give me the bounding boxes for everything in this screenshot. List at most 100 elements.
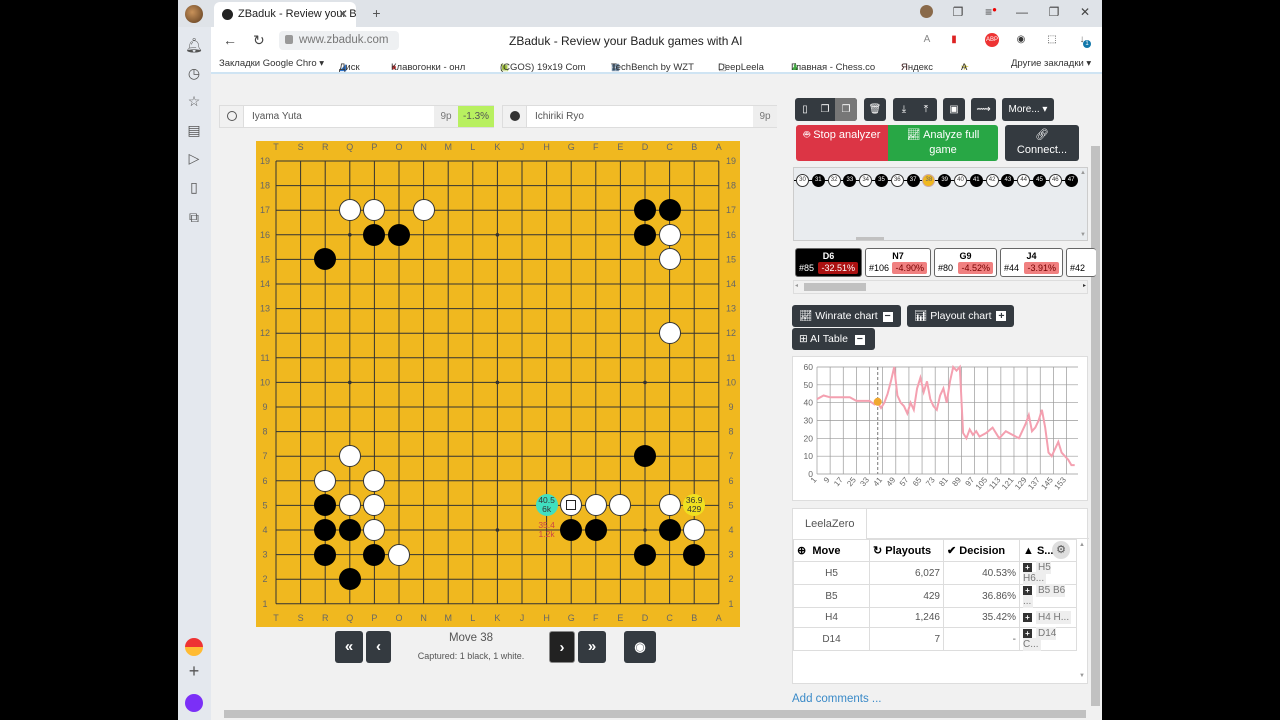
minimize-icon[interactable]: — bbox=[1014, 5, 1030, 19]
move-node[interactable]: 44 bbox=[1017, 174, 1031, 187]
eye-button[interactable]: ◉ bbox=[624, 631, 656, 663]
more-button[interactable]: More... ▾ bbox=[1002, 98, 1054, 121]
menu-icon[interactable]: ≡● bbox=[983, 5, 999, 19]
move-node[interactable]: 34 bbox=[859, 174, 873, 187]
star-icon[interactable]: ☆ bbox=[184, 91, 204, 111]
upload-sgf-icon[interactable]: ⤒ bbox=[915, 98, 937, 121]
ai-table-toggle[interactable]: ⊞ AI Table − bbox=[792, 328, 875, 350]
mistake-item[interactable]: N7 #106 -4.90% bbox=[865, 248, 931, 277]
ai-table-row[interactable]: H4 1,246 35.42% + H4 H... bbox=[793, 607, 1077, 628]
adblock-icon[interactable]: ABP bbox=[985, 33, 999, 47]
first-move-button[interactable]: « bbox=[335, 631, 363, 663]
new-tab-button[interactable]: + bbox=[368, 5, 385, 22]
close-tab-icon[interactable]: ✕ bbox=[338, 7, 348, 21]
move-list-scrollbar[interactable] bbox=[856, 237, 884, 240]
connect-button[interactable]: 🔗︎ Connect... bbox=[1005, 125, 1079, 161]
bookmark-icon[interactable]: ▮ bbox=[947, 33, 961, 47]
move-node[interactable]: 31 bbox=[811, 174, 825, 187]
move-node[interactable]: 39 bbox=[938, 174, 952, 187]
vertical-scrollbar[interactable] bbox=[1089, 76, 1102, 708]
move-node[interactable]: 42 bbox=[985, 174, 999, 187]
mistake-item[interactable]: J4 #44 -3.91% bbox=[1000, 248, 1063, 277]
play-icon[interactable]: ▷ bbox=[184, 148, 204, 168]
winrate-chart-panel[interactable]: 0 10 20 30 40 50 60 1 9 17 25 33 41 49 57 65 73 81 89 97 105… bbox=[792, 356, 1088, 501]
go-board[interactable]: T T S S R R Q Q P P O O N N M M L L K K J J H H G G F F E E D D C C B B A A 19… bbox=[256, 141, 740, 627]
share-button[interactable]: ⟿ bbox=[971, 98, 996, 121]
screenshot-icon[interactable]: ⧉ bbox=[184, 207, 204, 227]
bookmark-item[interactable]: Закладки Google Chro ▾ bbox=[219, 58, 324, 69]
table-scroll-down[interactable]: ▼ bbox=[1079, 673, 1085, 679]
ai-hint[interactable]: 36.9 429 bbox=[683, 494, 706, 517]
move-list[interactable]: 30 31 32 33 34 35 36 37 38 39 40 41 42 43 44 45 46 47 ▲ ▼ bbox=[793, 167, 1088, 241]
back-icon[interactable]: ← bbox=[223, 32, 237, 48]
mistake-scrollbar[interactable]: ◂ ▸ bbox=[793, 280, 1088, 294]
translate-icon[interactable]: A bbox=[920, 33, 934, 47]
move-node[interactable]: 37 bbox=[906, 174, 920, 187]
engine-tab[interactable]: LeelaZero bbox=[793, 509, 867, 539]
move-node[interactable]: 47 bbox=[1064, 174, 1078, 187]
ai-table-row[interactable]: D14 7- + D14 C... bbox=[793, 627, 1077, 651]
restore-icon[interactable]: ❐ bbox=[1046, 5, 1062, 19]
other-bookmarks[interactable]: Другие закладки ▾ bbox=[1011, 58, 1091, 69]
profile-avatar[interactable] bbox=[185, 5, 203, 23]
horizontal-scrollbar[interactable] bbox=[211, 708, 1102, 720]
col-playouts[interactable]: ↻ Playouts bbox=[869, 539, 944, 562]
move-node[interactable]: 35 bbox=[875, 174, 888, 187]
copy-icon[interactable]: ❐ bbox=[815, 98, 835, 121]
scroll-up-icon[interactable]: ▲ bbox=[1080, 170, 1086, 176]
delete-button[interactable]: 🗑︎ bbox=[864, 98, 886, 121]
analyze-full-game-button[interactable]: 📈︎ Analyze full game bbox=[888, 125, 998, 161]
move-node[interactable]: 33 bbox=[843, 174, 857, 187]
mistake-item[interactable]: D6 #85 -32.51% bbox=[795, 248, 862, 277]
incognito-icon[interactable]: ◉ bbox=[1014, 33, 1028, 47]
ai-hint[interactable]: 40.5 6k bbox=[535, 494, 558, 517]
table-scroll-up[interactable]: ▲ bbox=[1079, 542, 1085, 548]
scroll-down-icon[interactable]: ▼ bbox=[1080, 232, 1086, 238]
expand-sequence-icon[interactable]: + bbox=[1023, 613, 1032, 622]
last-move-button[interactable]: » bbox=[578, 631, 606, 663]
browser-tab[interactable]: ZBaduk - Review your B ✕ bbox=[214, 2, 357, 27]
mail-app-icon[interactable] bbox=[185, 638, 203, 656]
ai-table-row[interactable]: H5 6,027 40.53% + H5 H6... bbox=[793, 561, 1077, 585]
download-sgf-icon[interactable]: ⤓ bbox=[893, 98, 915, 121]
news-icon[interactable]: ▤ bbox=[184, 120, 204, 140]
reload-icon[interactable]: ↻ bbox=[253, 32, 265, 49]
col-decision[interactable]: ✔ Decision bbox=[943, 539, 1020, 562]
move-node[interactable]: 38 bbox=[922, 174, 936, 187]
profile-icon[interactable] bbox=[919, 5, 933, 18]
move-node[interactable]: 30 bbox=[796, 174, 809, 187]
ai-table-row[interactable]: B5 429 36.86% + B5 B6 ... bbox=[793, 584, 1077, 608]
move-node[interactable]: 46 bbox=[1048, 174, 1062, 187]
move-node[interactable]: 41 bbox=[969, 174, 983, 187]
black-player-name[interactable]: Ichiriki Ryo bbox=[535, 111, 584, 122]
expand-sequence-icon[interactable]: + bbox=[1023, 629, 1032, 638]
add-comments-link[interactable]: Add comments ... bbox=[792, 693, 881, 705]
move-node[interactable]: 40 bbox=[954, 174, 967, 187]
paste-icon[interactable]: ❐ bbox=[835, 98, 857, 121]
history-icon[interactable]: ◷ bbox=[184, 63, 204, 83]
extensions-icon[interactable]: ⬚ bbox=[1045, 33, 1059, 47]
bell-icon[interactable]: 🔔︎ bbox=[184, 35, 204, 55]
white-player-name[interactable]: Iyama Yuta bbox=[252, 111, 302, 122]
url-field[interactable]: www.zbaduk.com bbox=[279, 31, 399, 50]
collections-icon[interactable]: ❐ bbox=[950, 5, 966, 19]
move-node[interactable]: 32 bbox=[827, 174, 841, 187]
expand-sequence-icon[interactable]: + bbox=[1023, 586, 1032, 595]
next-move-button[interactable]: › bbox=[549, 631, 575, 663]
alice-icon[interactable] bbox=[185, 694, 203, 712]
move-node[interactable]: 36 bbox=[890, 174, 904, 187]
move-node[interactable]: 45 bbox=[1033, 174, 1046, 187]
close-window-icon[interactable]: ✕ bbox=[1077, 5, 1093, 19]
download-icon[interactable]: ↓ 1 bbox=[1075, 33, 1091, 48]
mistake-item[interactable]: G9 #80 -4.52% bbox=[934, 248, 997, 277]
stop-analyzer-button[interactable]: 🤖︎ Stop analyzer bbox=[796, 125, 888, 161]
ai-hint[interactable]: 35.4 1.2k bbox=[536, 519, 558, 541]
save-button[interactable]: ▣ bbox=[943, 98, 965, 121]
playout-chart-toggle[interactable]: 📊︎ Playout chart + bbox=[907, 305, 1014, 327]
add-icon[interactable]: + bbox=[184, 661, 204, 681]
expand-sequence-icon[interactable]: + bbox=[1023, 563, 1032, 572]
settings-gear-icon[interactable]: ⚙ bbox=[1052, 541, 1070, 559]
mistake-item[interactable]: #42 bbox=[1066, 248, 1096, 277]
col-move[interactable]: ⊕ Move bbox=[793, 539, 870, 562]
new-file-icon[interactable]: ▯ bbox=[795, 98, 815, 121]
